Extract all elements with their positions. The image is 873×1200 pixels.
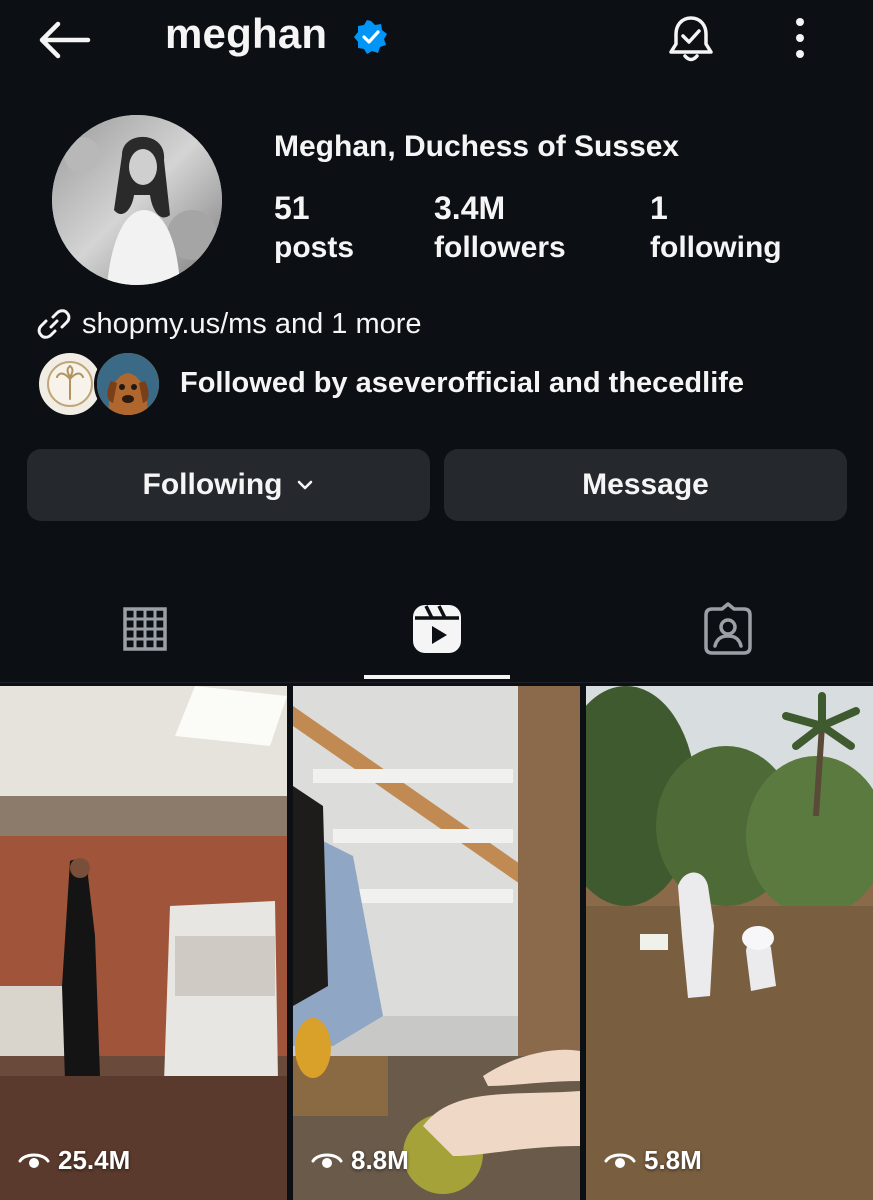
- tagged-icon[interactable]: [698, 599, 758, 659]
- stat-value: 3.4M: [434, 190, 506, 226]
- follower-avatar: [94, 350, 162, 418]
- view-count: 5.8M: [604, 1145, 702, 1176]
- reel-tile-3[interactable]: 5.8M: [586, 686, 873, 1200]
- profile-links[interactable]: shopmy.us/ms and 1 more: [36, 304, 422, 344]
- stat-label: followers: [434, 231, 566, 264]
- stat-followers[interactable]: 3.4M followers: [434, 190, 566, 265]
- stat-label: following: [650, 231, 782, 264]
- view-count-value: 25.4M: [58, 1145, 131, 1175]
- profile-username: meghan: [165, 10, 328, 57]
- profile-full-name: Meghan, Duchess of Sussex: [274, 130, 680, 163]
- tabs-divider: [0, 682, 873, 683]
- following-button-label: Following: [142, 468, 283, 501]
- view-count: 25.4M: [18, 1145, 130, 1176]
- notification-bell-icon[interactable]: [664, 12, 718, 66]
- top-bar: meghan: [0, 0, 873, 80]
- stat-value: 1: [650, 190, 668, 226]
- reel-thumbnail: [586, 686, 873, 1200]
- chevron-down-icon: [298, 480, 313, 490]
- stat-following[interactable]: 1 following: [650, 190, 782, 265]
- stat-posts[interactable]: 51 posts: [274, 190, 354, 265]
- message-button[interactable]: Message: [444, 449, 847, 521]
- reel-tile-1[interactable]: 25.4M: [0, 686, 287, 1200]
- link-text: shopmy.us/ms and 1 more: [82, 307, 422, 340]
- active-tab-indicator: [364, 675, 510, 679]
- reel-thumbnail: [293, 686, 580, 1200]
- link-icon: [37, 309, 71, 339]
- stat-value: 51: [274, 190, 310, 226]
- following-button[interactable]: Following: [27, 449, 430, 521]
- reels-icon[interactable]: [407, 599, 467, 659]
- profile-avatar[interactable]: [52, 115, 222, 285]
- eye-icon: [18, 1153, 50, 1168]
- profile-tabs: [0, 585, 873, 685]
- view-count-value: 8.8M: [351, 1145, 409, 1175]
- more-options-icon[interactable]: [782, 14, 818, 62]
- grid-icon[interactable]: [115, 599, 175, 659]
- eye-icon: [604, 1153, 636, 1168]
- reel-thumbnail: [0, 686, 287, 1200]
- followed-by-text: Followed by aseverofficial and thecedlif…: [180, 367, 745, 399]
- eye-icon: [311, 1153, 343, 1168]
- stat-label: posts: [274, 231, 355, 264]
- view-count-value: 5.8M: [644, 1145, 702, 1175]
- back-arrow-icon[interactable]: [36, 18, 92, 62]
- message-button-label: Message: [582, 468, 709, 501]
- reel-tile-2[interactable]: 8.8M: [293, 686, 580, 1200]
- view-count: 8.8M: [311, 1145, 409, 1176]
- verified-badge-icon: [354, 20, 387, 54]
